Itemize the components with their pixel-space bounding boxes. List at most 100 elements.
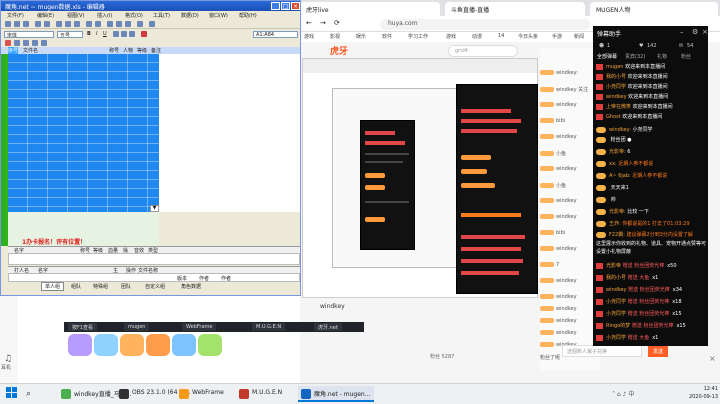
zoom-icon[interactable] bbox=[137, 21, 143, 27]
copy-icon[interactable] bbox=[65, 21, 71, 27]
sheet-tab[interactable]: 组队 bbox=[71, 283, 81, 290]
url-input[interactable]: huya.com bbox=[380, 19, 590, 30]
column-header[interactable]: 版本 bbox=[177, 275, 187, 282]
close-icon[interactable]: × bbox=[702, 28, 708, 36]
font-size-select[interactable]: 五号 bbox=[57, 31, 83, 38]
find-icon[interactable] bbox=[41, 40, 47, 46]
insert-col-icon[interactable] bbox=[23, 40, 29, 46]
filter-icon[interactable] bbox=[32, 40, 38, 46]
chevron-up-icon[interactable]: ˄ bbox=[612, 391, 615, 398]
gift-icon[interactable] bbox=[146, 334, 170, 356]
sheet-tab[interactable]: 角色数据 bbox=[181, 283, 201, 290]
delete-icon[interactable] bbox=[5, 40, 11, 46]
column-header[interactable]: 人物 bbox=[123, 47, 133, 54]
save-icon[interactable] bbox=[23, 21, 29, 27]
tab-gift[interactable]: 礼物 bbox=[657, 53, 667, 60]
reload-icon[interactable]: ⟳ bbox=[334, 19, 340, 27]
forward-icon[interactable]: → bbox=[320, 19, 326, 27]
font-color-icon[interactable] bbox=[141, 31, 147, 37]
print-icon[interactable] bbox=[35, 21, 41, 27]
column-header[interactable]: 作者 bbox=[199, 275, 209, 282]
detail-pane[interactable] bbox=[8, 253, 300, 265]
undo-icon[interactable] bbox=[86, 21, 92, 27]
network-icon[interactable]: ⌂ bbox=[617, 391, 621, 398]
tab-vip[interactable]: 贵宾(32) bbox=[625, 53, 645, 60]
browser-tab[interactable]: MUGEN人物 bbox=[590, 2, 718, 16]
gift-icon[interactable] bbox=[120, 334, 144, 356]
send-button[interactable]: 发送 bbox=[648, 345, 668, 357]
menu-insert[interactable]: 插入(I) bbox=[97, 12, 112, 19]
site-search-input[interactable]: grid4 bbox=[448, 45, 518, 57]
sheet-tab[interactable]: 团队 bbox=[121, 283, 131, 290]
cell-reference[interactable]: A1:A84 bbox=[253, 31, 298, 38]
editor-title-bar[interactable]: 魔角.net ~ mugen数据.xls - 编辑器 _ □ × bbox=[1, 1, 300, 11]
maximize-icon[interactable]: □ bbox=[281, 2, 290, 10]
align-left-icon[interactable] bbox=[113, 31, 119, 37]
bookmark[interactable]: 影视 bbox=[330, 33, 340, 40]
minimize-icon[interactable]: – bbox=[680, 28, 684, 36]
column-header[interactable]: 等级 bbox=[137, 47, 147, 54]
gift-icon[interactable] bbox=[94, 334, 118, 356]
search-icon[interactable]: ⌕ bbox=[26, 388, 38, 400]
paste-icon[interactable] bbox=[74, 21, 80, 27]
menu-file[interactable]: 文件(F) bbox=[7, 12, 24, 19]
volume-icon[interactable]: ♪ bbox=[623, 391, 627, 398]
close-icon[interactable]: × bbox=[291, 2, 300, 10]
menu-format[interactable]: 格式(O) bbox=[125, 12, 143, 19]
menu-data[interactable]: 数据(D) bbox=[181, 12, 199, 19]
sheet-tab[interactable]: 单人组 bbox=[41, 282, 65, 291]
bookmark[interactable]: 今日头条 bbox=[518, 33, 538, 40]
underline-icon[interactable]: U bbox=[103, 31, 107, 37]
bookmark[interactable]: 游戏 bbox=[446, 33, 456, 40]
menu-help[interactable]: 帮助(H) bbox=[239, 12, 257, 19]
taskbar-app[interactable]: 魔角.net - mugen... bbox=[298, 386, 375, 402]
site-logo[interactable]: 虎牙 bbox=[330, 44, 360, 58]
sheet-tab[interactable]: 特殊组 bbox=[93, 283, 108, 290]
new-icon[interactable] bbox=[5, 21, 11, 27]
align-right-icon[interactable] bbox=[129, 31, 135, 37]
taskbar-app[interactable]: M.U.G.E.N bbox=[236, 386, 286, 402]
insert-row-icon[interactable] bbox=[14, 40, 20, 46]
redo-icon[interactable] bbox=[95, 21, 101, 27]
menu-edit[interactable]: 编辑(E) bbox=[37, 12, 54, 19]
cut-icon[interactable] bbox=[56, 21, 62, 27]
open-icon[interactable] bbox=[14, 21, 20, 27]
sheet-tab[interactable]: 自定义组 bbox=[145, 283, 165, 290]
help-icon[interactable] bbox=[149, 21, 155, 27]
data-grid[interactable] bbox=[8, 54, 159, 212]
start-icon[interactable] bbox=[6, 387, 18, 399]
column-header[interactable]: 文件名 bbox=[23, 47, 38, 54]
close-icon[interactable]: × bbox=[709, 354, 716, 363]
data-grid-empty[interactable] bbox=[159, 54, 300, 212]
chat-input[interactable]: 送個新人電子兑换 bbox=[562, 345, 642, 357]
back-icon[interactable]: ← bbox=[306, 19, 312, 27]
bookmark[interactable]: 游戏 bbox=[304, 33, 314, 40]
bookmark[interactable]: 动漫 bbox=[472, 33, 482, 40]
bookmark[interactable]: 学习工作 bbox=[408, 33, 428, 40]
minimize-icon[interactable]: _ bbox=[271, 2, 280, 10]
preview-icon[interactable] bbox=[44, 21, 50, 27]
column-header[interactable]: 作者 bbox=[221, 275, 231, 282]
bookmark[interactable]: 娱乐 bbox=[356, 33, 366, 40]
gift-icon[interactable] bbox=[172, 334, 196, 356]
font-select[interactable]: 宋体 bbox=[4, 31, 54, 38]
tab-fans[interactable]: 粉丝 bbox=[681, 53, 691, 60]
column-header[interactable]: 称号 bbox=[109, 47, 119, 54]
taskbar-app[interactable]: WebFrame bbox=[176, 386, 228, 402]
gift-icon[interactable] bbox=[198, 334, 222, 356]
chart-icon[interactable] bbox=[125, 21, 131, 27]
column-header[interactable]: 备注 bbox=[151, 47, 161, 54]
italic-icon[interactable]: I bbox=[96, 31, 97, 37]
bold-icon[interactable]: B bbox=[87, 31, 91, 37]
bookmark[interactable]: 手游 bbox=[552, 33, 562, 40]
scroll-down-icon[interactable]: ▼ bbox=[150, 205, 159, 212]
menu-view[interactable]: 视图(V) bbox=[67, 12, 84, 19]
browser-tab[interactable]: 斗鱼直播-直播 bbox=[445, 2, 585, 16]
sort-icon[interactable] bbox=[116, 21, 122, 27]
settings-icon[interactable]: ⚙ bbox=[692, 28, 698, 36]
column-header[interactable]: 序号 bbox=[8, 47, 19, 54]
tab-all[interactable]: 全部弹幕 bbox=[597, 53, 617, 60]
bookmark[interactable]: 软件 bbox=[382, 33, 392, 40]
menu-window[interactable]: 窗口(W) bbox=[209, 12, 228, 19]
align-center-icon[interactable] bbox=[121, 31, 127, 37]
